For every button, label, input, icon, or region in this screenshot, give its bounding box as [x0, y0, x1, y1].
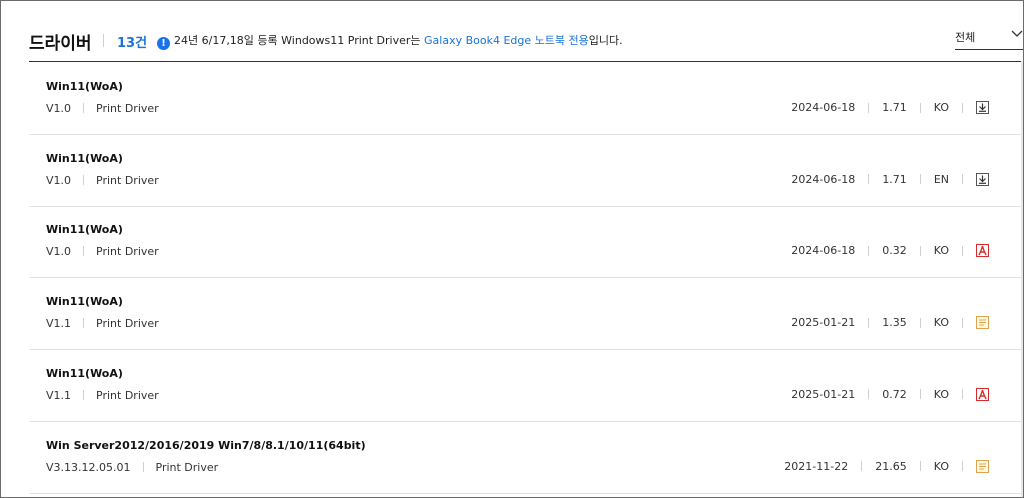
detail-divider	[919, 317, 921, 328]
driver-type: Print Driver	[96, 102, 159, 115]
driver-language: EN	[933, 172, 949, 186]
detail-divider	[861, 461, 863, 471]
result-count: 13건	[117, 36, 148, 51]
driver-name: Win11(WoA)	[46, 151, 123, 165]
header-divider	[29, 61, 1021, 62]
driver-language: KO	[933, 387, 949, 401]
driver-version: V1.0	[46, 102, 72, 115]
driver-row: Win11(WoA) V1.0 Print Driver 2024-06-18 1…	[29, 63, 1021, 135]
title-divider	[103, 34, 104, 47]
driver-details: 2024-06-18 0.32 KO	[791, 244, 989, 258]
detail-divider	[868, 389, 870, 400]
driver-type: Print Driver	[96, 245, 159, 259]
driver-row: Win11(WoA) V1.1 Print Driver 2025-01-21 1…	[29, 278, 1021, 351]
driver-version: V1.1	[46, 317, 72, 331]
driver-details: 2021-11-22 21.65 KO	[784, 459, 989, 473]
detail-divider	[962, 102, 963, 113]
detail-divider	[868, 317, 870, 328]
section-title: 드라이버	[29, 34, 92, 54]
detail-divider	[962, 461, 963, 471]
driver-language: KO	[933, 101, 949, 114]
driver-date: 2024-06-18	[791, 244, 856, 258]
driver-meta: V1.0 Print Driver	[46, 102, 159, 115]
driver-name: Win11(WoA)	[46, 80, 123, 93]
driver-type: Print Driver	[155, 460, 219, 474]
driver-name: Win11(WoA)	[46, 366, 123, 380]
notice-text: ! 24년 6/17,18일 등록 Windows11 Print Driver는…	[157, 32, 623, 50]
driver-meta: V1.1 Print Driver	[46, 317, 159, 330]
driver-language: KO	[933, 459, 949, 473]
download-icon[interactable]	[976, 172, 989, 186]
driver-date: 2024-06-18	[791, 101, 856, 114]
driver-version: V3.13.12.05.01	[46, 460, 131, 474]
detail-divider	[868, 245, 870, 256]
driver-size: 21.65	[875, 459, 907, 473]
scrollbar[interactable]	[1021, 61, 1023, 497]
driver-date: 2021-11-22	[784, 459, 849, 473]
detail-divider	[919, 102, 921, 113]
filter-value: 전체	[955, 31, 976, 44]
driver-type: Print Driver	[96, 317, 159, 331]
document-icon[interactable]	[976, 316, 989, 330]
driver-name: Win Server2012/2016/2019 Win7/8/8.1/10/1…	[46, 438, 366, 452]
info-icon: !	[157, 37, 170, 50]
detail-divider	[919, 461, 921, 471]
driver-name: Win11(WoA)	[46, 223, 123, 237]
driver-details: 2025-01-21 1.35 KO	[791, 316, 989, 330]
driver-meta: V1.0 Print Driver	[46, 174, 159, 187]
filter-select[interactable]: 전체	[955, 23, 1023, 50]
driver-version: V1.1	[46, 388, 72, 402]
detail-divider	[919, 174, 921, 185]
driver-meta: V3.13.12.05.01 Print Driver	[46, 461, 218, 474]
driver-name: Win11(WoA)	[46, 295, 123, 309]
detail-divider	[868, 174, 870, 185]
notice-link[interactable]: Galaxy Book4 Edge 노트북 전용	[424, 34, 589, 47]
pdf-icon[interactable]	[976, 244, 989, 258]
meta-divider	[83, 174, 85, 185]
driver-row: Win11(WoA) V1.0 Print Driver 2024-06-18 1…	[29, 135, 1021, 207]
meta-divider	[142, 461, 144, 472]
meta-divider	[83, 103, 85, 113]
notice-prefix: 24년 6/17,18일 등록 Windows11 Print Driver는	[174, 34, 425, 47]
notice-suffix: 입니다.	[588, 34, 623, 47]
driver-date: 2025-01-21	[791, 316, 856, 330]
driver-row: Win11(WoA) V1.0 Print Driver 2024-06-18 0…	[29, 206, 1021, 279]
chevron-down-icon	[1011, 30, 1023, 37]
driver-version: V1.0	[46, 245, 72, 259]
driver-type: Print Driver	[96, 173, 159, 187]
driver-meta: V1.1 Print Driver	[46, 389, 159, 402]
driver-type: Print Driver	[96, 388, 159, 402]
meta-divider	[83, 318, 85, 329]
driver-details: 2024-06-18 1.71 EN	[791, 172, 989, 186]
detail-divider	[919, 389, 921, 400]
driver-language: KO	[933, 244, 949, 258]
detail-divider	[962, 389, 963, 400]
driver-size: 0.72	[882, 387, 907, 401]
detail-divider	[962, 317, 963, 328]
driver-size: 1.71	[882, 172, 907, 186]
driver-panel: 드라이버 13건 ! 24년 6/17,18일 등록 Windows11 Prin…	[0, 0, 1024, 498]
download-icon[interactable]	[976, 101, 989, 114]
driver-meta: V1.0 Print Driver	[46, 245, 159, 258]
meta-divider	[83, 389, 85, 400]
driver-details: 2025-01-21 0.72 KO	[791, 387, 989, 401]
detail-divider	[962, 245, 963, 256]
detail-divider	[868, 102, 870, 113]
pdf-icon[interactable]	[976, 387, 989, 401]
driver-row: Win11(WoA) V1.1 Print Driver 2025-01-21 0…	[29, 350, 1021, 422]
detail-divider	[919, 245, 921, 256]
driver-size: 1.35	[882, 316, 907, 330]
driver-row: Win Server2012/2016/2019 Win7/8/8.1/10/1…	[29, 422, 1021, 494]
detail-divider	[962, 174, 963, 185]
driver-size: 1.71	[882, 101, 907, 114]
document-icon[interactable]	[976, 459, 989, 473]
driver-version: V1.0	[46, 173, 72, 187]
driver-size: 0.32	[882, 244, 907, 258]
driver-date: 2024-06-18	[791, 172, 856, 186]
driver-date: 2025-01-21	[791, 387, 856, 401]
meta-divider	[83, 246, 85, 257]
driver-details: 2024-06-18 1.71 KO	[791, 101, 989, 114]
section-header: 드라이버 13건 ! 24년 6/17,18일 등록 Windows11 Prin…	[29, 23, 1023, 61]
driver-language: KO	[933, 316, 949, 330]
